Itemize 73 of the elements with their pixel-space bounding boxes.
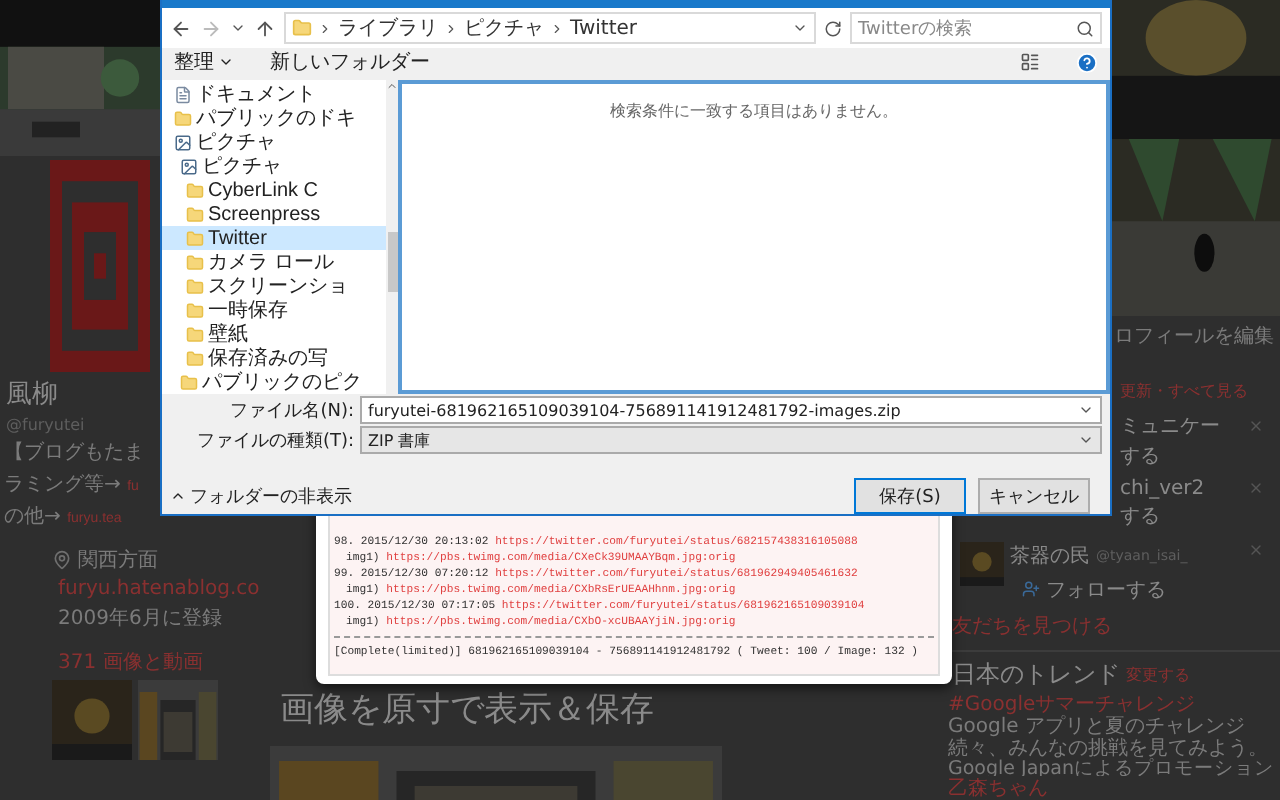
folder-tree-item[interactable]: 保存済みの写: [162, 346, 386, 370]
folder-tree-item[interactable]: パブリックのピク: [162, 370, 386, 394]
user-name[interactable]: ミュニケー: [1120, 412, 1220, 440]
folder-tree-item[interactable]: CyberLink C: [162, 178, 386, 202]
folder-icon: [186, 253, 204, 271]
help-icon[interactable]: [1076, 51, 1098, 73]
follow-button[interactable]: する: [1120, 442, 1280, 468]
dropdown-icon[interactable]: [792, 20, 808, 36]
back-icon[interactable]: [170, 17, 192, 39]
follow-button[interactable]: する: [1120, 501, 1280, 528]
folder-tree-item[interactable]: 一時保存: [162, 298, 386, 322]
field-label: ファイル名(N):: [228, 399, 354, 423]
caret-icon: [218, 54, 234, 70]
folder-tree-item[interactable]: 壁紙: [162, 322, 386, 346]
breadcrumb-item[interactable]: ライブラリ: [338, 14, 438, 42]
folder-tree-item[interactable]: パブリックのドキ: [162, 106, 386, 130]
location-text: 関西方面: [78, 547, 158, 574]
user-plus-icon: [1022, 580, 1040, 599]
dialog-button[interactable]: キャンセル: [978, 478, 1090, 514]
joined-date: 2009年6月に登録: [58, 606, 222, 632]
toolbar-button[interactable]: 新しいフォルダー: [270, 48, 430, 76]
feature-heading: 画像を原寸で表示＆保存: [280, 688, 656, 732]
folder-tree-item[interactable]: ピクチャ: [162, 130, 386, 154]
folder-icon: [186, 325, 204, 343]
folder-tree-item[interactable]: ドキュメント: [162, 82, 386, 106]
profile-name: 風柳: [6, 378, 60, 412]
promoted-label: Google Japanによるプロモーション: [948, 759, 1276, 777]
user-name[interactable]: 茶器の民: [1010, 541, 1090, 570]
folder-tree-item[interactable]: Screenpress: [162, 202, 386, 226]
file-type-select[interactable]: ZIP 書庫: [360, 426, 1102, 454]
up-icon[interactable]: [254, 17, 276, 39]
folder-tree-item[interactable]: ピクチャ: [162, 154, 386, 178]
scrollbar-thumb[interactable]: [387, 232, 397, 292]
chevron-icon: [550, 21, 564, 35]
breadcrumb-item[interactable]: ピクチャ: [464, 14, 544, 42]
address-bar[interactable]: ライブラリ ピクチャ Twitter: [284, 12, 816, 44]
view-icon[interactable]: [1020, 52, 1040, 72]
folder-tree-item[interactable]: スクリーンショ: [162, 274, 386, 298]
folder-icon: [174, 109, 192, 127]
folder-icon: [186, 349, 204, 367]
folder-icon: [186, 205, 204, 223]
refresh-icon[interactable]: [824, 19, 842, 37]
folder-icon: [186, 277, 204, 295]
folder-icon: [180, 373, 198, 391]
trends-title: 日本のトレンド: [952, 657, 1120, 692]
toolbar-button[interactable]: 整理: [174, 48, 234, 76]
field-label: ファイルの種類(T):: [194, 429, 354, 453]
location-icon: [52, 550, 72, 570]
folder-icon: [186, 229, 204, 247]
folder-icon: [186, 301, 204, 319]
search-icon: [1076, 19, 1094, 37]
folder-tree-item[interactable]: Twitter: [162, 226, 386, 250]
folder-tree-item[interactable]: カメラ ロール: [162, 250, 386, 274]
scrollbar[interactable]: [386, 80, 398, 394]
recent-locations-icon[interactable]: [230, 20, 246, 36]
hide-folders-button[interactable]: フォルダーの非表示: [170, 483, 352, 509]
trend-description: Google アプリと夏のチャレンジ続々、みんなの挑戦を見てみよう。: [948, 715, 1270, 760]
folder-icon: [186, 181, 204, 199]
chevron-icon: [318, 21, 332, 35]
follow-button[interactable]: フォローする: [1046, 575, 1166, 604]
picture-library-icon: [174, 133, 192, 151]
folder-icon: [292, 18, 312, 38]
document-icon: [174, 85, 192, 103]
search-field[interactable]: Twitterの検索: [850, 12, 1102, 44]
caret-icon: [170, 488, 186, 504]
file-name-field[interactable]: furyutei-681962165109039104-756891141912481792-images.zip: [360, 396, 1102, 424]
dialog-button[interactable]: 保存(S): [854, 478, 966, 514]
user-name[interactable]: chi_ver2: [1120, 477, 1205, 500]
breadcrumb-item[interactable]: Twitter: [570, 17, 638, 39]
bio-text: 【ブログもたま: [4, 439, 146, 466]
chevron-icon: [444, 21, 458, 35]
picture-library-icon: [180, 157, 198, 175]
empty-message: 検索条件に一致する項目はありません。: [610, 100, 898, 120]
